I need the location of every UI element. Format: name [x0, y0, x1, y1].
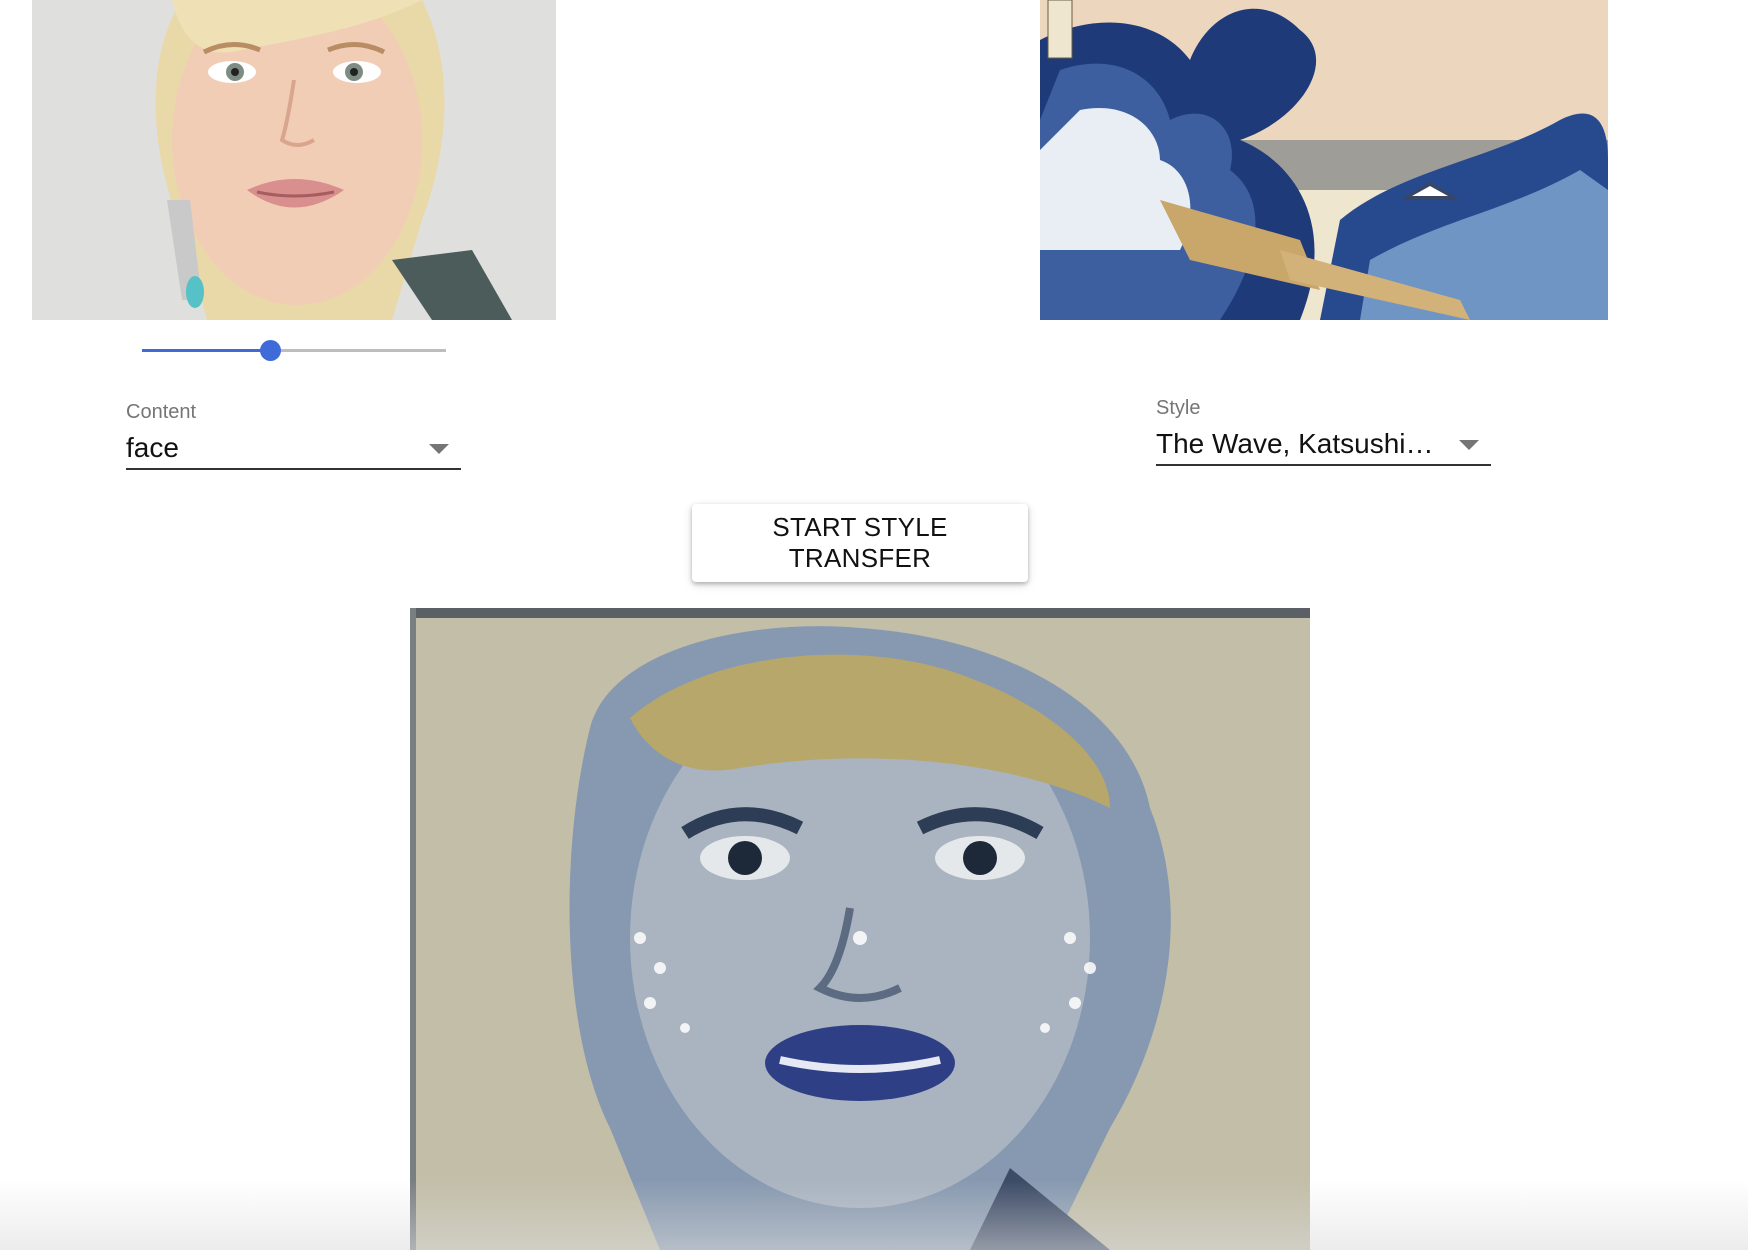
content-select: Content face	[126, 400, 461, 470]
slider-track	[142, 349, 270, 352]
content-select-label: Content	[126, 401, 197, 423]
style-select-value: The Wave, Katsushika Hokusai	[1156, 428, 1441, 459]
style-dropdown[interactable]: The Wave, Katsushika Hokusai	[1156, 420, 1491, 466]
start-style-transfer-button[interactable]: START STYLE TRANSFER	[692, 504, 1028, 582]
slider-thumb[interactable]	[259, 340, 281, 361]
dropdown-arrow-icon	[429, 444, 449, 454]
style-select-label: Style	[1156, 397, 1201, 419]
content-image	[32, 0, 556, 320]
content-dropdown[interactable]: face	[126, 424, 461, 470]
stylized-result-image	[410, 608, 1310, 1250]
style-image	[1040, 0, 1608, 320]
dropdown-arrow-icon	[1459, 440, 1479, 450]
style-select: Style The Wave, Katsushika Hokusai	[1156, 396, 1491, 466]
style-strength-slider[interactable]	[142, 338, 446, 362]
content-select-value: face	[126, 432, 179, 463]
